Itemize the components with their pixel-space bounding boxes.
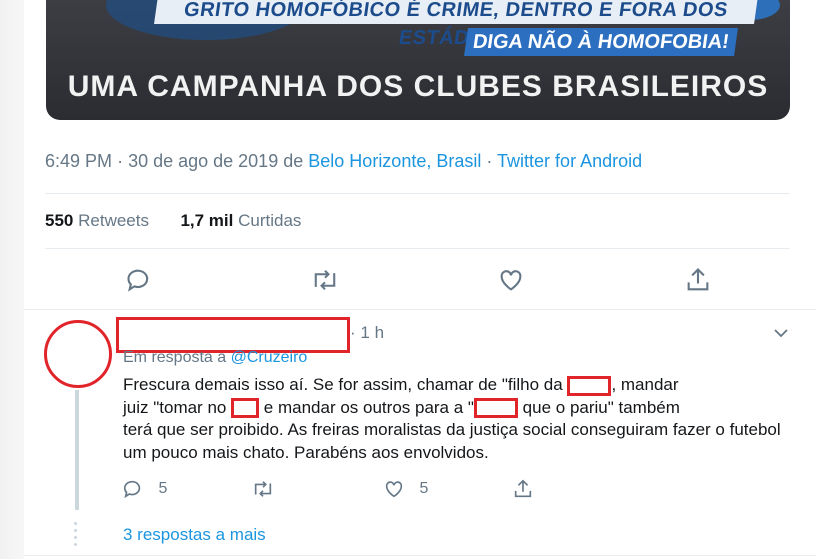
reply-text-part: que o pariu" também [517,397,680,417]
likes-label: Curtidas [238,211,302,230]
redacted-username[interactable] [116,317,350,353]
in-reply-to: Em resposta a @Cruzeiro [123,349,307,367]
tweet-time[interactable]: 6:49 PM [45,151,112,171]
retweets-count: 550 [45,211,74,230]
retweet-icon[interactable] [310,266,340,299]
like-icon [385,481,403,498]
chevron-down-icon[interactable] [772,326,790,345]
reply-time: 1 h [360,323,385,342]
like-icon[interactable] [497,266,525,299]
tweet-metadata: 6:49 PM · 30 de ago de 2019 de Belo Hori… [45,151,643,171]
divider [24,555,816,556]
from-label: de [283,151,304,171]
thread-line [75,390,79,510]
reply-text-part: Frescura demais isso aí. Se for assim, c… [123,375,568,394]
reply-text: Frescura demais isso aí. Se for assim, c… [123,374,783,464]
redaction-box [231,398,260,419]
reply-timestamp[interactable]: · 1 h [350,323,384,343]
share-icon [514,479,532,498]
divider [24,309,816,310]
reply-text-part: , mandar [611,375,679,394]
reply-action-retweet[interactable] [251,478,275,500]
reply-icon [123,480,141,499]
reply-count: 5 [158,480,168,498]
reply-action-reply[interactable]: 5 [122,478,167,500]
divider [45,248,790,249]
banner-headline: GRITO HOMOFÓBICO É CRIME, DENTRO E FORA … [154,0,758,49]
reply-action-like[interactable]: 5 [383,478,428,500]
in-reply-label: Em resposta a [123,349,227,366]
tweet-media-image[interactable]: GRITO HOMOFÓBICO É CRIME, DENTRO E FORA … [46,0,790,120]
retweet-icon [254,481,272,497]
retweets-label: Retweets [78,211,149,230]
like-count: 5 [419,480,429,498]
tweet-stats: 550 Retweets 1,7 mil Curtidas [45,211,301,231]
likes-stat[interactable]: 1,7 mil Curtidas [180,211,301,230]
divider [45,193,790,194]
tweet-client-link[interactable]: Twitter for Android [497,151,642,171]
tweet-location-link[interactable]: Belo Horizonte, Brasil [308,151,481,171]
likes-count: 1,7 mil [180,211,234,230]
thread-continuation-dots [74,522,78,550]
banner-campaign: UMA CAMPANHA DOS CLUBES BRASILEIROS [67,70,769,103]
share-icon[interactable] [684,266,712,299]
reply-icon[interactable] [125,266,153,299]
avatar[interactable] [44,320,112,388]
show-more-replies-link[interactable]: 3 respostas a mais [123,525,266,545]
reply-action-share[interactable] [512,478,534,500]
in-reply-handle-link[interactable]: @Cruzeiro [231,349,308,366]
reply-text-part: e mandar os outros para a " [259,397,474,417]
window-left-edge [0,0,24,559]
banner-slogan: DIGA NÃO À HOMOFOBIA! [464,28,738,56]
retweets-stat[interactable]: 550 Retweets [45,211,149,230]
tweet-date[interactable]: 30 de ago de 2019 [128,151,278,171]
redaction-box [473,398,518,419]
reply-text-part: juiz "tomar no [123,397,232,417]
reply-text-part: terá que ser proibido. As freiras morali… [123,420,781,462]
redaction-box [567,375,612,396]
